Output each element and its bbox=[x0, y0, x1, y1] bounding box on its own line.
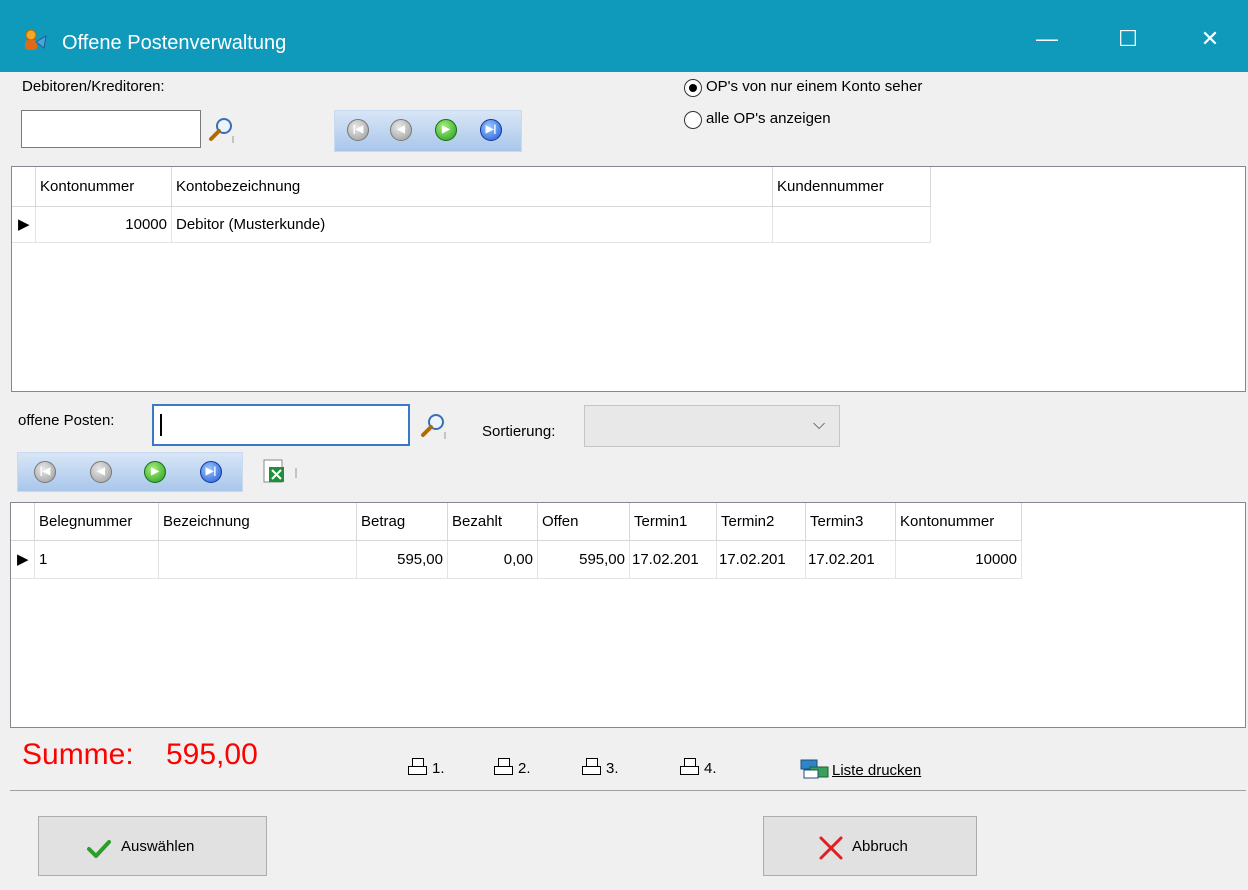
divider bbox=[10, 790, 1246, 791]
last-record-icon[interactable]: ▶| bbox=[480, 119, 502, 141]
radio-one-account-label: OP's von nur einem Konto seher bbox=[706, 78, 923, 95]
cancel-x-icon bbox=[819, 836, 843, 860]
table-row-kontonummer[interactable]: 10000 bbox=[896, 541, 1022, 579]
radio-all-accounts-label: alle OP's anzeigen bbox=[706, 110, 831, 127]
print-4-button[interactable]: 4. bbox=[680, 758, 717, 777]
print-2-button[interactable]: 2. bbox=[494, 758, 531, 777]
printer-icon bbox=[582, 758, 602, 776]
grid-corner bbox=[12, 167, 36, 207]
header-termin3[interactable]: Termin3 bbox=[806, 503, 896, 541]
header-bezahlt[interactable]: Bezahlt bbox=[448, 503, 538, 541]
print-3-label: 3. bbox=[606, 760, 619, 777]
last-record-icon[interactable]: ▶| bbox=[200, 461, 222, 483]
window-frame bbox=[0, 72, 10, 890]
print-list-icon bbox=[800, 759, 829, 779]
excel-export-icon[interactable] bbox=[262, 458, 300, 486]
minimize-button[interactable]: — bbox=[1021, 18, 1073, 60]
abbruch-button[interactable]: Abbruch bbox=[763, 816, 977, 876]
printer-icon bbox=[408, 758, 428, 776]
auswaehlen-label: Auswählen bbox=[121, 838, 195, 855]
header-kontonummer[interactable]: Kontonummer bbox=[896, 503, 1022, 541]
accounts-grid: Kontonummer Kontobezeichnung Kundennumme… bbox=[11, 166, 1246, 392]
table-row-belegnummer[interactable]: 1 bbox=[35, 541, 159, 579]
abbruch-label: Abbruch bbox=[852, 838, 908, 855]
table-row-kundennummer[interactable] bbox=[773, 207, 931, 243]
text-cursor bbox=[160, 414, 162, 436]
close-button[interactable]: ✕ bbox=[1184, 18, 1236, 60]
print-2-label: 2. bbox=[518, 760, 531, 777]
header-kontonummer[interactable]: Kontonummer bbox=[36, 167, 172, 207]
maximize-button[interactable]: ☐ bbox=[1102, 18, 1154, 60]
previous-record-icon[interactable]: ◀ bbox=[390, 119, 412, 141]
table-row-betrag[interactable]: 595,00 bbox=[357, 541, 448, 579]
printer-icon bbox=[680, 758, 700, 776]
window: Offene Postenverwaltung — ☐ ✕ Debitoren/… bbox=[0, 0, 1248, 890]
header-kundennummer[interactable]: Kundennummer bbox=[773, 167, 931, 207]
chevron-down-icon: ⌵ bbox=[813, 416, 826, 433]
print-1-button[interactable]: 1. bbox=[408, 758, 445, 777]
previous-record-icon[interactable]: ◀ bbox=[90, 461, 112, 483]
next-record-icon[interactable]: ▶ bbox=[435, 119, 457, 141]
print-4-label: 4. bbox=[704, 760, 717, 777]
print-1-label: 1. bbox=[432, 760, 445, 777]
first-record-icon[interactable]: |◀ bbox=[347, 119, 369, 141]
window-title: Offene Postenverwaltung bbox=[62, 32, 287, 54]
debitoren-label: Debitoren/Kreditoren: bbox=[22, 78, 165, 95]
offene-posten-search-input[interactable] bbox=[152, 404, 410, 446]
header-termin1[interactable]: Termin1 bbox=[630, 503, 717, 541]
header-offen[interactable]: Offen bbox=[538, 503, 630, 541]
header-bezeichnung[interactable]: Bezeichnung bbox=[159, 503, 357, 541]
offene-posten-label: offene Posten: bbox=[18, 412, 115, 429]
first-record-icon[interactable]: |◀ bbox=[34, 461, 56, 483]
row-indicator-icon: ▶ bbox=[12, 207, 36, 243]
table-row-bezahlt[interactable]: 0,00 bbox=[448, 541, 538, 579]
search-icon[interactable] bbox=[206, 116, 236, 144]
table-row-kontonummer[interactable]: 10000 bbox=[36, 207, 172, 243]
sortierung-select[interactable]: ⌵ bbox=[584, 405, 840, 447]
auswaehlen-button[interactable]: Auswählen bbox=[38, 816, 267, 876]
sortierung-label: Sortierung: bbox=[482, 423, 556, 440]
header-kontobezeichnung[interactable]: Kontobezeichnung bbox=[172, 167, 773, 207]
header-betrag[interactable]: Betrag bbox=[357, 503, 448, 541]
posten-navigator: |◀ ◀ ▶ ▶| bbox=[17, 452, 243, 492]
konto-search-input[interactable] bbox=[21, 110, 201, 148]
print-3-button[interactable]: 3. bbox=[582, 758, 619, 777]
table-row-offen[interactable]: 595,00 bbox=[538, 541, 630, 579]
grid-corner bbox=[11, 503, 35, 541]
table-row-kontobezeichnung[interactable]: Debitor (Musterkunde) bbox=[172, 207, 773, 243]
summe-label: Summe: bbox=[22, 738, 134, 771]
table-row-termin3[interactable]: 17.02.201 bbox=[806, 541, 896, 579]
check-icon bbox=[87, 840, 111, 858]
app-icon bbox=[25, 29, 47, 50]
summe-value: 595,00 bbox=[166, 738, 258, 771]
header-belegnummer[interactable]: Belegnummer bbox=[35, 503, 159, 541]
liste-drucken-label: Liste drucken bbox=[832, 762, 922, 779]
items-grid: Belegnummer Bezeichnung Betrag Bezahlt O… bbox=[10, 502, 1246, 728]
table-row-termin1[interactable]: 17.02.201 bbox=[630, 541, 717, 579]
radio-all-accounts[interactable] bbox=[684, 111, 702, 129]
row-indicator-icon: ▶ bbox=[11, 541, 35, 579]
search-icon[interactable] bbox=[418, 412, 448, 440]
liste-drucken-button[interactable]: Liste drucken bbox=[800, 758, 921, 780]
konto-navigator: |◀ ◀ ▶ ▶| bbox=[334, 110, 522, 152]
table-row-termin2[interactable]: 17.02.201 bbox=[717, 541, 806, 579]
radio-one-account[interactable] bbox=[684, 79, 702, 97]
title-bar: Offene Postenverwaltung — ☐ ✕ bbox=[0, 0, 1248, 72]
header-termin2[interactable]: Termin2 bbox=[717, 503, 806, 541]
next-record-icon[interactable]: ▶ bbox=[144, 461, 166, 483]
table-row-bezeichnung[interactable] bbox=[159, 541, 357, 579]
printer-icon bbox=[494, 758, 514, 776]
